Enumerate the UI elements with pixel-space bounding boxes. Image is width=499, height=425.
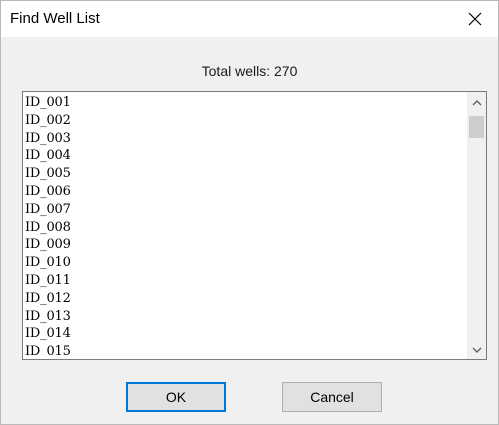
scroll-up-button[interactable] [467, 92, 486, 111]
vertical-scrollbar[interactable] [467, 92, 486, 359]
list-item[interactable]: ID_006 [25, 183, 465, 201]
list-item[interactable]: ID_003 [25, 130, 465, 148]
list-item[interactable]: ID_011 [25, 272, 465, 290]
scroll-track[interactable] [467, 111, 486, 340]
title-bar[interactable]: Find Well List [1, 1, 498, 37]
list-item[interactable]: ID_005 [25, 165, 465, 183]
list-item[interactable]: ID_002 [25, 112, 465, 130]
list-item[interactable]: ID_009 [25, 236, 465, 254]
close-icon [468, 12, 482, 26]
list-item[interactable]: ID_015 [25, 343, 465, 357]
list-item[interactable]: ID_013 [25, 308, 465, 326]
list-item[interactable]: ID_012 [25, 290, 465, 308]
scroll-thumb[interactable] [469, 116, 484, 138]
list-item[interactable]: ID_007 [25, 201, 465, 219]
chevron-up-icon [472, 93, 482, 111]
list-item[interactable]: ID_014 [25, 325, 465, 343]
well-listbox[interactable]: ID_001 ID_002 ID_003 ID_004 ID_005 ID_006 ID_0… [22, 91, 487, 360]
list-item[interactable]: ID_010 [25, 254, 465, 272]
scroll-down-button[interactable] [467, 340, 486, 359]
total-wells-label: Total wells: 270 [201, 63, 298, 79]
window-title: Find Well List [10, 10, 100, 27]
list-item[interactable]: ID_001 [25, 94, 465, 112]
find-well-list-dialog: Find Well List Total wells: 270 ID_001 ID… [0, 0, 499, 425]
list-item[interactable]: ID_008 [25, 219, 465, 237]
ok-button[interactable]: OK [126, 382, 226, 412]
list-item[interactable]: ID_004 [25, 147, 465, 165]
chevron-down-icon [472, 341, 482, 359]
well-list-items: ID_001 ID_002 ID_003 ID_004 ID_005 ID_006 ID_0… [25, 94, 465, 357]
cancel-button[interactable]: Cancel [282, 382, 382, 412]
close-button[interactable] [452, 1, 498, 37]
